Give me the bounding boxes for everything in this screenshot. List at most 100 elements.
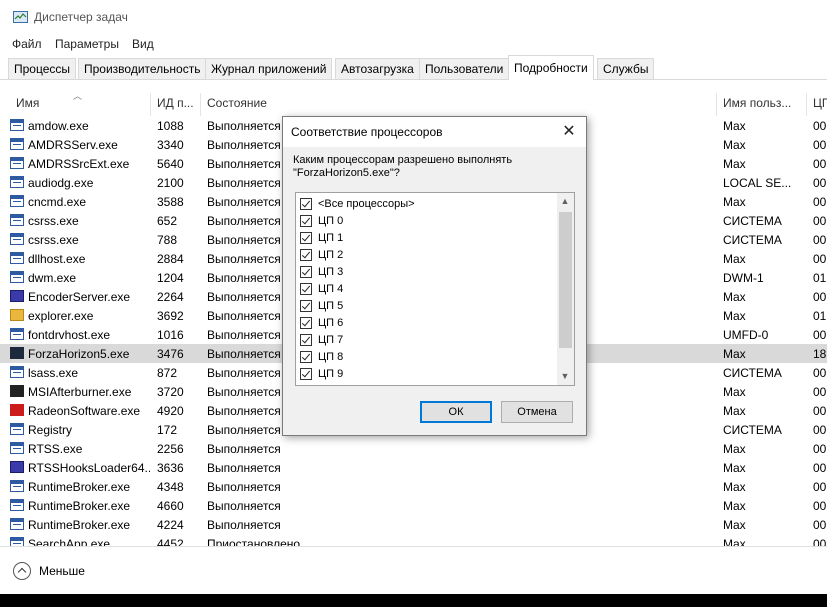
- table-row[interactable]: RuntimeBroker.exe 4348 Выполняется Max 00: [0, 477, 827, 496]
- processor-label: ЦП 1: [318, 232, 344, 244]
- process-name: fontdrvhost.exe: [28, 328, 111, 342]
- checkbox-checked-icon[interactable]: [300, 317, 312, 329]
- process-name: cncmd.exe: [28, 195, 87, 209]
- task-manager-window: Диспетчер задач Файл Параметры Вид Проце…: [0, 0, 827, 594]
- tab-item[interactable]: Процессы: [8, 58, 77, 79]
- process-user: СИСТЕМА: [723, 366, 782, 380]
- scrollbar-thumb[interactable]: [559, 212, 572, 348]
- processor-label: ЦП 9: [318, 368, 344, 380]
- column-header-state[interactable]: Состояние: [207, 96, 267, 110]
- application-icon: [10, 480, 24, 492]
- column-header-name[interactable]: Имя: [16, 96, 39, 110]
- tab-item[interactable]: Пользователи: [419, 58, 510, 79]
- list-scrollbar[interactable]: ▲ ▼: [557, 193, 574, 385]
- column-divider[interactable]: [150, 93, 151, 116]
- process-state: Выполняется: [207, 442, 281, 456]
- forza-icon: [10, 347, 24, 359]
- process-pid: 3476: [157, 347, 184, 361]
- process-cpu: 00: [813, 442, 827, 456]
- checkbox-checked-icon[interactable]: [300, 232, 312, 244]
- process-user: Max: [723, 518, 746, 532]
- checkbox-checked-icon[interactable]: [300, 283, 312, 295]
- processor-label: ЦП 0: [318, 215, 344, 227]
- column-divider[interactable]: [716, 93, 717, 116]
- application-icon: [10, 423, 24, 435]
- checkbox-checked-icon[interactable]: [300, 215, 312, 227]
- dialog-prompt-line: Каким процессорам разрешено выполнять: [293, 154, 513, 166]
- table-row[interactable]: RTSS.exe 2256 Выполняется Max 00: [0, 439, 827, 458]
- processor-checkbox-item[interactable]: ЦП 7: [300, 332, 550, 349]
- tab-item[interactable]: Журнал приложений: [205, 58, 333, 79]
- tab-item[interactable]: Автозагрузка: [335, 58, 420, 79]
- process-pid: 5640: [157, 157, 184, 171]
- table-row[interactable]: SearchApp.exe 4452 Приостановлено Max 00: [0, 534, 827, 546]
- checkbox-checked-icon[interactable]: [300, 368, 312, 380]
- processor-checkbox-item[interactable]: ЦП 1: [300, 230, 550, 247]
- column-header-cpu[interactable]: ЦП: [813, 96, 827, 110]
- process-cpu: 00: [813, 290, 827, 304]
- process-name: RuntimeBroker.exe: [28, 499, 131, 513]
- column-divider[interactable]: [200, 93, 201, 116]
- menu-view[interactable]: Вид: [132, 37, 154, 51]
- checkbox-checked-icon[interactable]: [300, 198, 312, 210]
- process-name: RTSS.exe: [28, 442, 83, 456]
- table-row[interactable]: RTSSHooksLoader64.... 3636 Выполняется Max 0…: [0, 458, 827, 477]
- process-user: Max: [723, 347, 746, 361]
- column-header-pid[interactable]: ИД п...: [157, 96, 194, 110]
- collapse-chevron-icon[interactable]: [13, 562, 31, 580]
- menu-file[interactable]: Файл: [12, 37, 42, 51]
- application-icon: [10, 138, 24, 150]
- processor-checkbox-item[interactable]: ЦП 4: [300, 281, 550, 298]
- process-pid: 172: [157, 423, 178, 437]
- application-icon: [10, 176, 24, 188]
- application-icon: [10, 518, 24, 530]
- process-pid: 4920: [157, 404, 184, 418]
- process-name: amdow.exe: [28, 119, 89, 133]
- process-cpu: 18: [813, 347, 827, 361]
- ok-button[interactable]: ОК: [420, 401, 492, 423]
- process-pid: 872: [157, 366, 178, 380]
- processor-checkbox-item[interactable]: <Все процессоры>: [300, 196, 550, 213]
- process-user: Max: [723, 480, 746, 494]
- close-icon[interactable]: ✕: [559, 122, 579, 142]
- sort-ascending-icon: ︿: [73, 91, 83, 101]
- processor-checkbox-item[interactable]: ЦП 0: [300, 213, 550, 230]
- processor-checkbox-item[interactable]: ЦП 3: [300, 264, 550, 281]
- task-manager-icon: [13, 11, 28, 23]
- tab-item[interactable]: Производительность: [78, 58, 207, 79]
- checkbox-checked-icon[interactable]: [300, 266, 312, 278]
- process-user: Max: [723, 442, 746, 456]
- process-pid: 3636: [157, 461, 184, 475]
- menu-options[interactable]: Параметры: [55, 37, 119, 51]
- processor-checkbox-item[interactable]: ЦП 8: [300, 349, 550, 366]
- process-cpu: 00: [813, 366, 827, 380]
- process-pid: 2264: [157, 290, 184, 304]
- less-details-link[interactable]: Меньше: [39, 564, 85, 578]
- process-user: Max: [723, 499, 746, 513]
- processor-checkbox-item[interactable]: ЦП 2: [300, 247, 550, 264]
- column-header-user[interactable]: Имя польз...: [723, 96, 791, 110]
- cancel-button[interactable]: Отмена: [501, 401, 573, 423]
- table-row[interactable]: RuntimeBroker.exe 4224 Выполняется Max 00: [0, 515, 827, 534]
- tab-item[interactable]: Подробности: [508, 55, 594, 80]
- application-icon: [10, 157, 24, 169]
- dialog-title-bar[interactable]: Соответствие процессоров ✕: [283, 117, 586, 147]
- processor-checkbox-item[interactable]: ЦП 6: [300, 315, 550, 332]
- processor-list[interactable]: ▲ ▼ <Все процессоры> ЦП 0 ЦП 1 ЦП 2 ЦП 3 ЦП 4…: [295, 192, 575, 386]
- processor-label: <Все процессоры>: [318, 198, 415, 210]
- title-bar[interactable]: Диспетчер задач: [0, 0, 827, 34]
- processor-checkbox-item[interactable]: ЦП 9: [300, 366, 550, 383]
- checkbox-checked-icon[interactable]: [300, 334, 312, 346]
- process-user: Max: [723, 290, 746, 304]
- column-divider[interactable]: [806, 93, 807, 116]
- radeon-icon: [10, 404, 24, 416]
- table-row[interactable]: RuntimeBroker.exe 4660 Выполняется Max 00: [0, 496, 827, 515]
- processor-checkbox-item[interactable]: ЦП 5: [300, 298, 550, 315]
- scroll-down-icon[interactable]: ▼: [560, 371, 570, 381]
- tab-item[interactable]: Службы: [597, 58, 655, 79]
- checkbox-checked-icon[interactable]: [300, 351, 312, 363]
- scroll-up-icon[interactable]: ▲: [560, 196, 570, 206]
- checkbox-checked-icon[interactable]: [300, 300, 312, 312]
- processor-label: ЦП 3: [318, 266, 344, 278]
- checkbox-checked-icon[interactable]: [300, 249, 312, 261]
